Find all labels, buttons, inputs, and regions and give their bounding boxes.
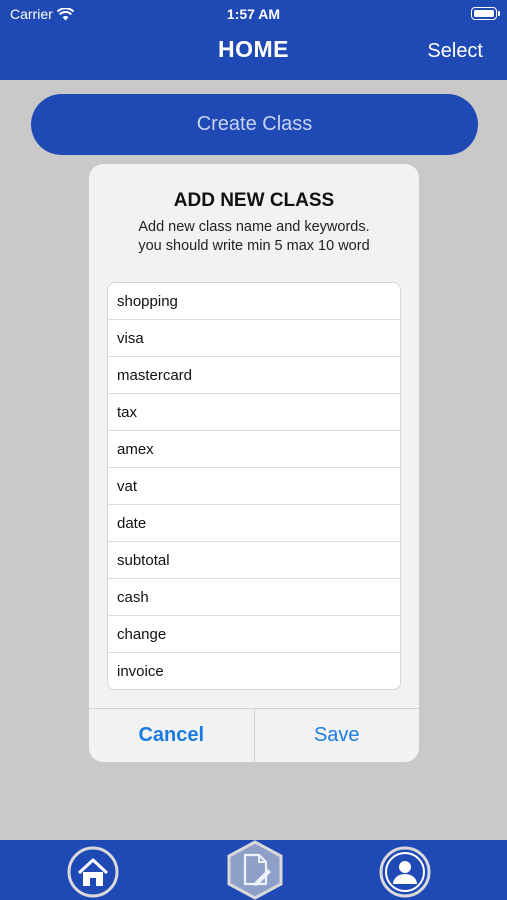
save-button[interactable]: Save [255, 709, 420, 762]
home-icon [67, 846, 119, 898]
keyword-field[interactable]: date [108, 505, 400, 542]
status-bar: Carrier 1:57 AM [0, 0, 507, 28]
cancel-button[interactable]: Cancel [89, 709, 255, 762]
keyword-field[interactable]: amex [108, 431, 400, 468]
add-class-dialog: ADD NEW CLASS Add new class name and key… [89, 164, 419, 762]
keyword-field[interactable]: visa [108, 320, 400, 357]
tab-home[interactable] [67, 846, 119, 900]
create-class-button[interactable]: Create Class [31, 94, 478, 155]
keyword-list: shopping visa mastercard tax amex vat da… [107, 282, 401, 690]
nav-bar: Carrier 1:57 AM HOME Select [0, 0, 507, 80]
dialog-actions: Cancel Save [89, 708, 419, 762]
dialog-message: Add new class name and keywords. you sho… [89, 218, 419, 256]
keyword-field[interactable]: change [108, 616, 400, 653]
keyword-field[interactable]: mastercard [108, 357, 400, 394]
keyword-field[interactable]: shopping [108, 283, 400, 320]
dialog-message-line-2: you should write min 5 max 10 word [138, 238, 370, 254]
document-edit-icon [227, 840, 283, 900]
keyword-field[interactable]: tax [108, 394, 400, 431]
select-button[interactable]: Select [427, 40, 483, 63]
dialog-message-line-1: Add new class name and keywords. [138, 219, 370, 235]
profile-icon [379, 846, 431, 898]
keyword-field[interactable]: vat [108, 468, 400, 505]
dialog-title: ADD NEW CLASS [173, 190, 335, 211]
keyword-field[interactable]: invoice [108, 653, 400, 689]
tab-profile[interactable] [379, 846, 431, 900]
tab-classes[interactable] [226, 840, 284, 900]
keyword-field[interactable]: subtotal [108, 542, 400, 579]
battery-icon [471, 7, 500, 20]
status-time: 1:57 AM [226, 6, 281, 22]
keyword-field[interactable]: cash [108, 579, 400, 616]
tab-bar [0, 840, 507, 900]
